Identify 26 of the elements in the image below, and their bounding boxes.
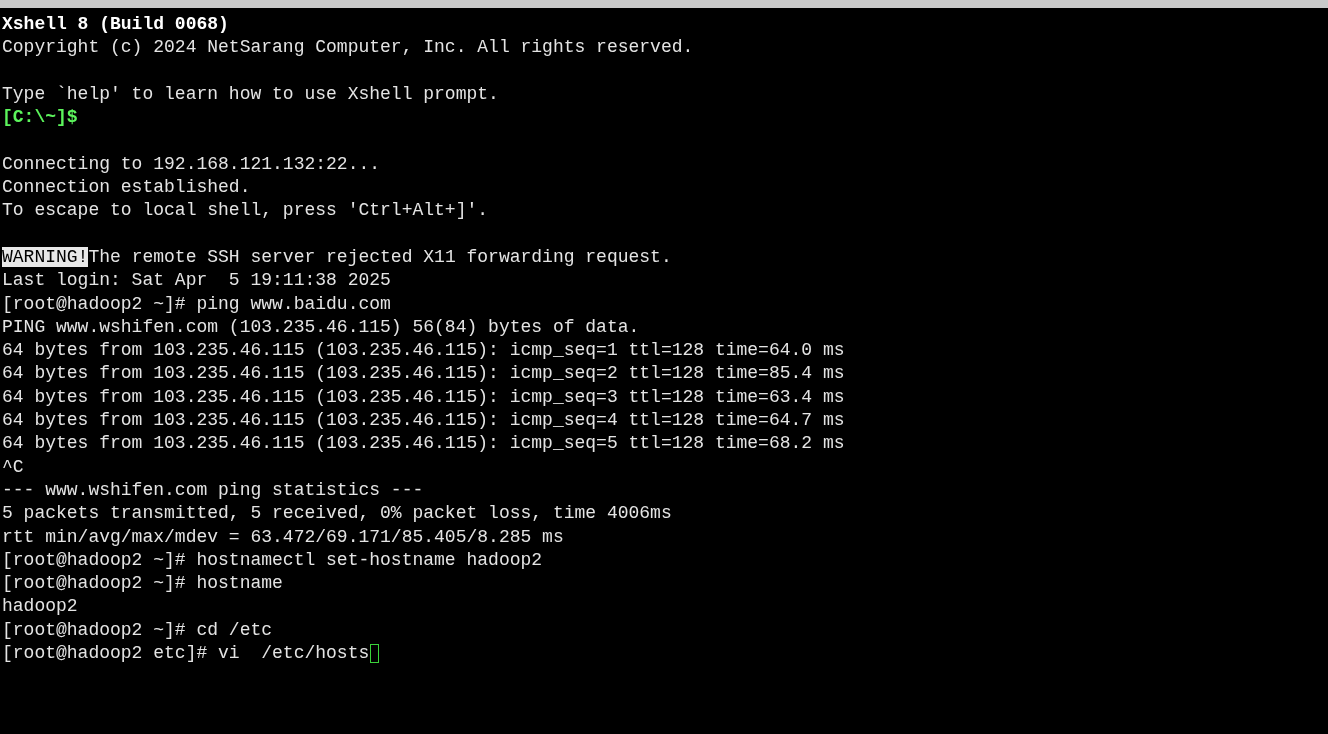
terminal-line: 5 packets transmitted, 5 received, 0% packet loss, time 4006ms <box>2 502 673 526</box>
terminal-line: [root@hadoop2 ~]# hostname <box>2 572 284 596</box>
terminal-line: ^C <box>2 455 25 479</box>
terminal-line: Type `help' to learn how to use Xshell prompt. <box>2 82 500 106</box>
terminal-line: [root@hadoop2 etc]# vi /etc/hosts <box>2 643 370 663</box>
terminal-line: [root@hadoop2 ~]# ping www.baidu.com <box>2 292 392 316</box>
terminal-line: [root@hadoop2 ~]# hostnamectl set-hostname hadoop2 <box>2 548 544 572</box>
terminal-line: hadoop2 <box>2 595 79 619</box>
terminal-line: 64 bytes from 103.235.46.115 (103.235.46.115): icmp_seq=5 ttl=128 time=68.2 ms <box>2 432 846 456</box>
terminal-line: Connection established. <box>2 176 252 200</box>
terminal-line: 64 bytes from 103.235.46.115 (103.235.46.115): icmp_seq=4 ttl=128 time=64.7 ms <box>2 409 846 433</box>
terminal-line: Copyright (c) 2024 NetSarang Computer, Inc. All rights reserved. <box>2 36 695 60</box>
prompt-text: [C:\~]$ <box>2 106 79 130</box>
terminal-line: rtt min/avg/max/mdev = 63.472/69.171/85.405/8.285 ms <box>2 525 565 549</box>
terminal-line: [root@hadoop2 ~]# cd /etc <box>2 618 274 642</box>
terminal-line: To escape to local shell, press 'Ctrl+Alt+]'. <box>2 199 490 223</box>
terminal-line: Xshell 8 (Build 0068) <box>2 13 230 36</box>
terminal-line: 64 bytes from 103.235.46.115 (103.235.46.115): icmp_seq=2 ttl=128 time=85.4 ms <box>2 362 846 386</box>
terminal-line: Connecting to 192.168.121.132:22... <box>2 152 382 176</box>
terminal-line: --- www.wshifen.com ping statistics --- <box>2 478 425 502</box>
terminal-line: The remote SSH server rejected X11 forwarding request. <box>88 246 672 267</box>
terminal-line: PING www.wshifen.com (103.235.46.115) 56(84) bytes of data. <box>2 315 641 339</box>
warning-label: WARNING! <box>2 246 89 267</box>
terminal-line: 64 bytes from 103.235.46.115 (103.235.46.115): icmp_seq=1 ttl=128 time=64.0 ms <box>2 339 846 363</box>
terminal-line: 64 bytes from 103.235.46.115 (103.235.46.115): icmp_seq=3 ttl=128 time=63.4 ms <box>2 385 846 409</box>
terminal-line: Last login: Sat Apr 5 19:11:38 2025 <box>2 269 392 293</box>
